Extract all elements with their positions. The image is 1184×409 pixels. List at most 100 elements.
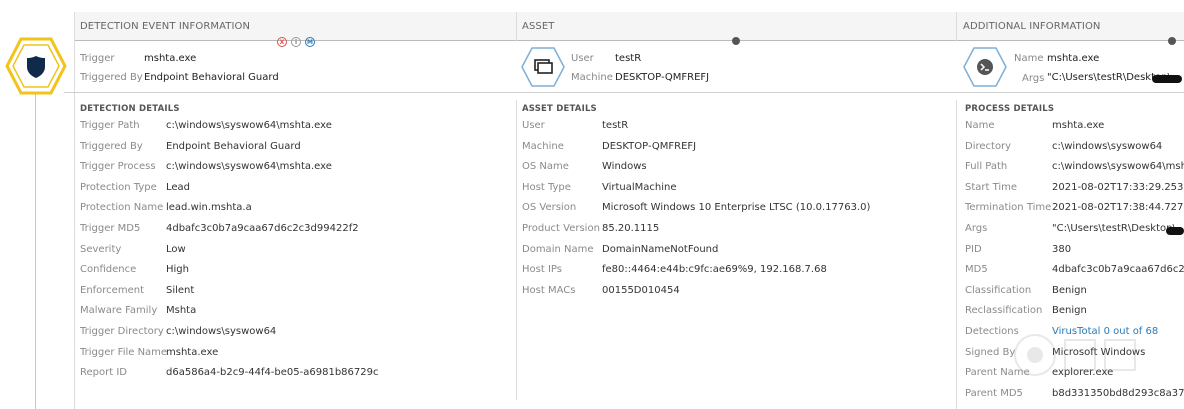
detail-row: Trigger Process c:\windows\syswow64\mshta… (80, 161, 510, 175)
detail-row: Severity Low (80, 244, 510, 258)
detail-label: Full Path (965, 161, 1008, 173)
detail-value: 00155D010454 (602, 284, 680, 296)
detail-row: Termination Time 2021-08-02T17:38:44.727 (965, 202, 1184, 216)
detail-row: Full Path c:\windows\syswow64\msh (965, 161, 1184, 175)
detail-label: Name (965, 120, 995, 131)
detail-label: User (522, 120, 545, 131)
detail-row: Start Time 2021-08-02T17:33:29.253 (965, 182, 1184, 196)
redaction-mark (1166, 227, 1184, 235)
detail-row: Classification Benign (965, 285, 1184, 299)
detail-value: c:\windows\syswow64\mshta.exe (166, 161, 332, 173)
detail-value: DomainNameNotFound (602, 243, 719, 255)
detail-value: Microsoft Windows 10 Enterprise LTSC (10… (602, 202, 871, 214)
detail-label: Trigger Path (80, 120, 140, 131)
detail-label: Protection Name (80, 202, 164, 214)
detail-row: Directory c:\windows\syswow64 (965, 141, 1184, 155)
detail-label: OS Version (522, 202, 577, 214)
detail-row: Protection Type Lead (80, 182, 510, 196)
detail-label: Malware Family (80, 305, 158, 317)
detail-value: mshta.exe (1052, 120, 1105, 131)
windows-icon (732, 37, 740, 45)
detail-label: Trigger MD5 (80, 223, 141, 234)
detection-event-page: DETECTION EVENT INFORMATION ASSET ADDITI… (0, 0, 1184, 409)
header-additional-info: ADDITIONAL INFORMATION (963, 21, 1101, 32)
detail-value: "C:\Users\testR\Desktop\ (1052, 223, 1176, 234)
detail-row: Protection Name lead.win.mshta.a (80, 202, 510, 216)
summary-user-value: testR (615, 53, 642, 64)
detail-value: c:\windows\syswow64\mshta.exe (166, 120, 332, 131)
detail-value: DESKTOP-QMFREFJ (602, 140, 697, 152)
detail-label: Args (965, 223, 988, 234)
column-divider (956, 100, 957, 409)
detail-label: Protection Type (80, 181, 157, 193)
computer-icon[interactable] (520, 46, 566, 88)
shield-icon[interactable] (5, 36, 67, 96)
summary-triggered-by-value: Endpoint Behavioral Guard (144, 72, 279, 83)
detail-value: 380 (1052, 243, 1072, 255)
detail-row: OS Name Windows (522, 161, 952, 175)
column-divider (956, 12, 957, 41)
detail-row: Trigger File Name mshta.exe (80, 347, 510, 361)
terminal-icon[interactable] (962, 46, 1008, 88)
detail-row: Args "C:\Users\testR\Desktop\ (965, 223, 1184, 237)
detail-value: Endpoint Behavioral Guard (166, 140, 301, 152)
column-divider (516, 100, 517, 400)
summary-name-label: Name (1014, 53, 1044, 64)
detail-row: Confidence High (80, 264, 510, 278)
detail-label: MD5 (965, 264, 988, 276)
detail-value: mshta.exe (166, 346, 219, 358)
detail-row: Trigger MD5 4dbafc3c0b7a9caa67d6c2c3d9942… (80, 223, 510, 237)
detail-row: Enforcement Silent (80, 285, 510, 299)
detail-label: Domain Name (522, 243, 594, 255)
detail-value: 85.20.1115 (602, 223, 660, 234)
detail-label: Host IPs (522, 264, 562, 276)
badge-m-icon[interactable]: M (305, 37, 315, 47)
detail-label: PID (965, 243, 982, 255)
detail-row: Malware Family Mshta (80, 305, 510, 319)
detail-value: 4dbafc3c0b7a9caa67d6c2c3d99422f2 (166, 223, 359, 234)
summary-triggered-by-label: Triggered By (80, 72, 143, 83)
detection-details-title: DETECTION DETAILS (80, 104, 180, 114)
detail-row: PID 380 (965, 244, 1184, 258)
asset-details-title: ASSET DETAILS (522, 104, 597, 114)
summary-row[interactable] (64, 41, 1184, 93)
badge-info-icon[interactable]: i (291, 37, 301, 47)
summary-machine-label: Machine (571, 72, 613, 83)
detail-row: User testR (522, 120, 952, 134)
detail-label: Trigger File Name (80, 346, 168, 358)
detail-value: c:\windows\syswow64 (166, 326, 277, 337)
summary-trigger-label: Trigger (80, 53, 115, 64)
detail-label: Directory (965, 140, 1012, 152)
detail-value: c:\windows\syswow64 (1052, 140, 1163, 152)
detail-value: fe80::4464:e44b:c9fc:ae69%9, 192.168.7.6… (602, 264, 827, 276)
detail-label: Classification (965, 284, 1032, 296)
summary-user-label: User (571, 53, 594, 64)
asset-details-list: User testR Machine DESKTOP-QMFREFJ OS Name Wi… (522, 120, 952, 300)
detail-value: Lead (166, 181, 191, 193)
badge-x-icon[interactable]: X (277, 37, 287, 47)
detail-label: OS Name (522, 161, 569, 173)
detail-label: Trigger Process (80, 161, 156, 173)
detail-label: Termination Time (965, 202, 1052, 214)
detail-value: Silent (166, 284, 195, 296)
column-divider (516, 12, 517, 41)
detail-row: Reclassification Benign (965, 305, 1184, 319)
summary-args-label: Args (1022, 73, 1045, 84)
detail-value: Benign (1052, 284, 1087, 296)
process-details-title: PROCESS DETAILS (965, 104, 1055, 114)
summary-name-value: mshta.exe (1047, 53, 1100, 64)
detail-label: Start Time (965, 181, 1018, 193)
detail-value: 2021-08-02T17:38:44.727 (1052, 202, 1184, 214)
detail-label: Confidence (80, 264, 137, 276)
detail-row: OS Version Microsoft Windows 10 Enterpris… (522, 202, 952, 216)
detail-row: Trigger Directory c:\windows\syswow64 (80, 326, 510, 340)
detail-value: 2021-08-02T17:33:29.253 (1052, 181, 1184, 193)
detail-label: Parent MD5 (965, 387, 1023, 399)
detail-label: Report ID (80, 367, 127, 379)
detail-label: Signed By (965, 346, 1016, 358)
redaction-mark (1152, 75, 1182, 83)
status-dot-icon (1168, 37, 1176, 45)
detail-label: Triggered By (80, 140, 143, 152)
detection-details-list: Trigger Path c:\windows\syswow64\mshta.ex… (80, 120, 510, 390)
detail-row: MD5 4dbafc3c0b7a9caa67d6c2c (965, 264, 1184, 278)
